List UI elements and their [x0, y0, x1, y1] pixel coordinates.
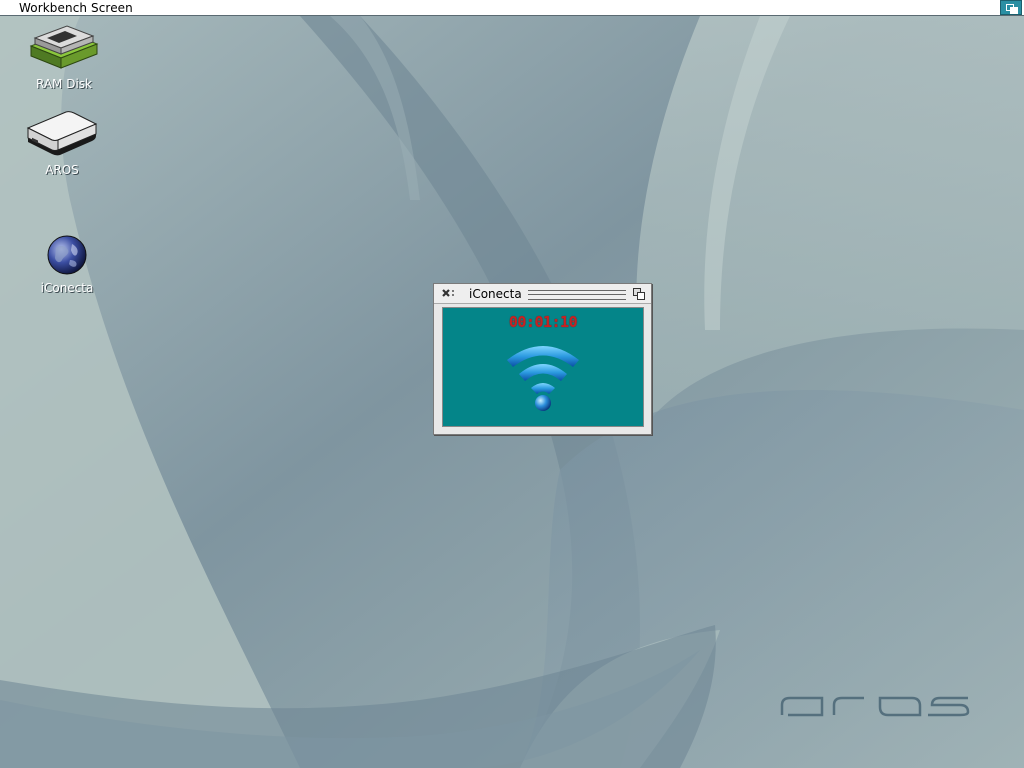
desktop-icon-label: RAM Disk: [35, 77, 92, 91]
iconecta-window[interactable]: iConecta 00:01:10: [433, 283, 652, 435]
screen-title-bar[interactable]: Workbench Screen: [0, 0, 1024, 16]
aros-logo: [780, 696, 970, 717]
screen-title: Workbench Screen: [19, 1, 133, 15]
desktop-icon-label: AROS: [45, 163, 79, 177]
connection-panel: 00:01:10: [442, 307, 644, 427]
window-title: iConecta: [469, 287, 522, 301]
desktop-icon-label: iConecta: [40, 281, 94, 295]
close-icon[interactable]: [440, 286, 456, 302]
desktop-icon-iconecta[interactable]: iConecta: [27, 234, 107, 295]
desktop-icon-aros[interactable]: AROS: [22, 108, 102, 177]
connection-timer: 00:01:10: [508, 313, 578, 331]
ram-disk-icon: [29, 25, 99, 69]
desktop-icon-ram-disk[interactable]: RAM Disk: [24, 24, 104, 91]
window-drag-bar[interactable]: [528, 290, 626, 300]
wifi-icon[interactable]: [501, 338, 585, 412]
window-depth-icon[interactable]: [633, 288, 645, 300]
globe-icon: [47, 235, 87, 275]
window-title-bar[interactable]: iConecta: [434, 284, 651, 304]
screen-depth-icon[interactable]: [1000, 0, 1022, 15]
hard-drive-icon: [26, 111, 98, 156]
